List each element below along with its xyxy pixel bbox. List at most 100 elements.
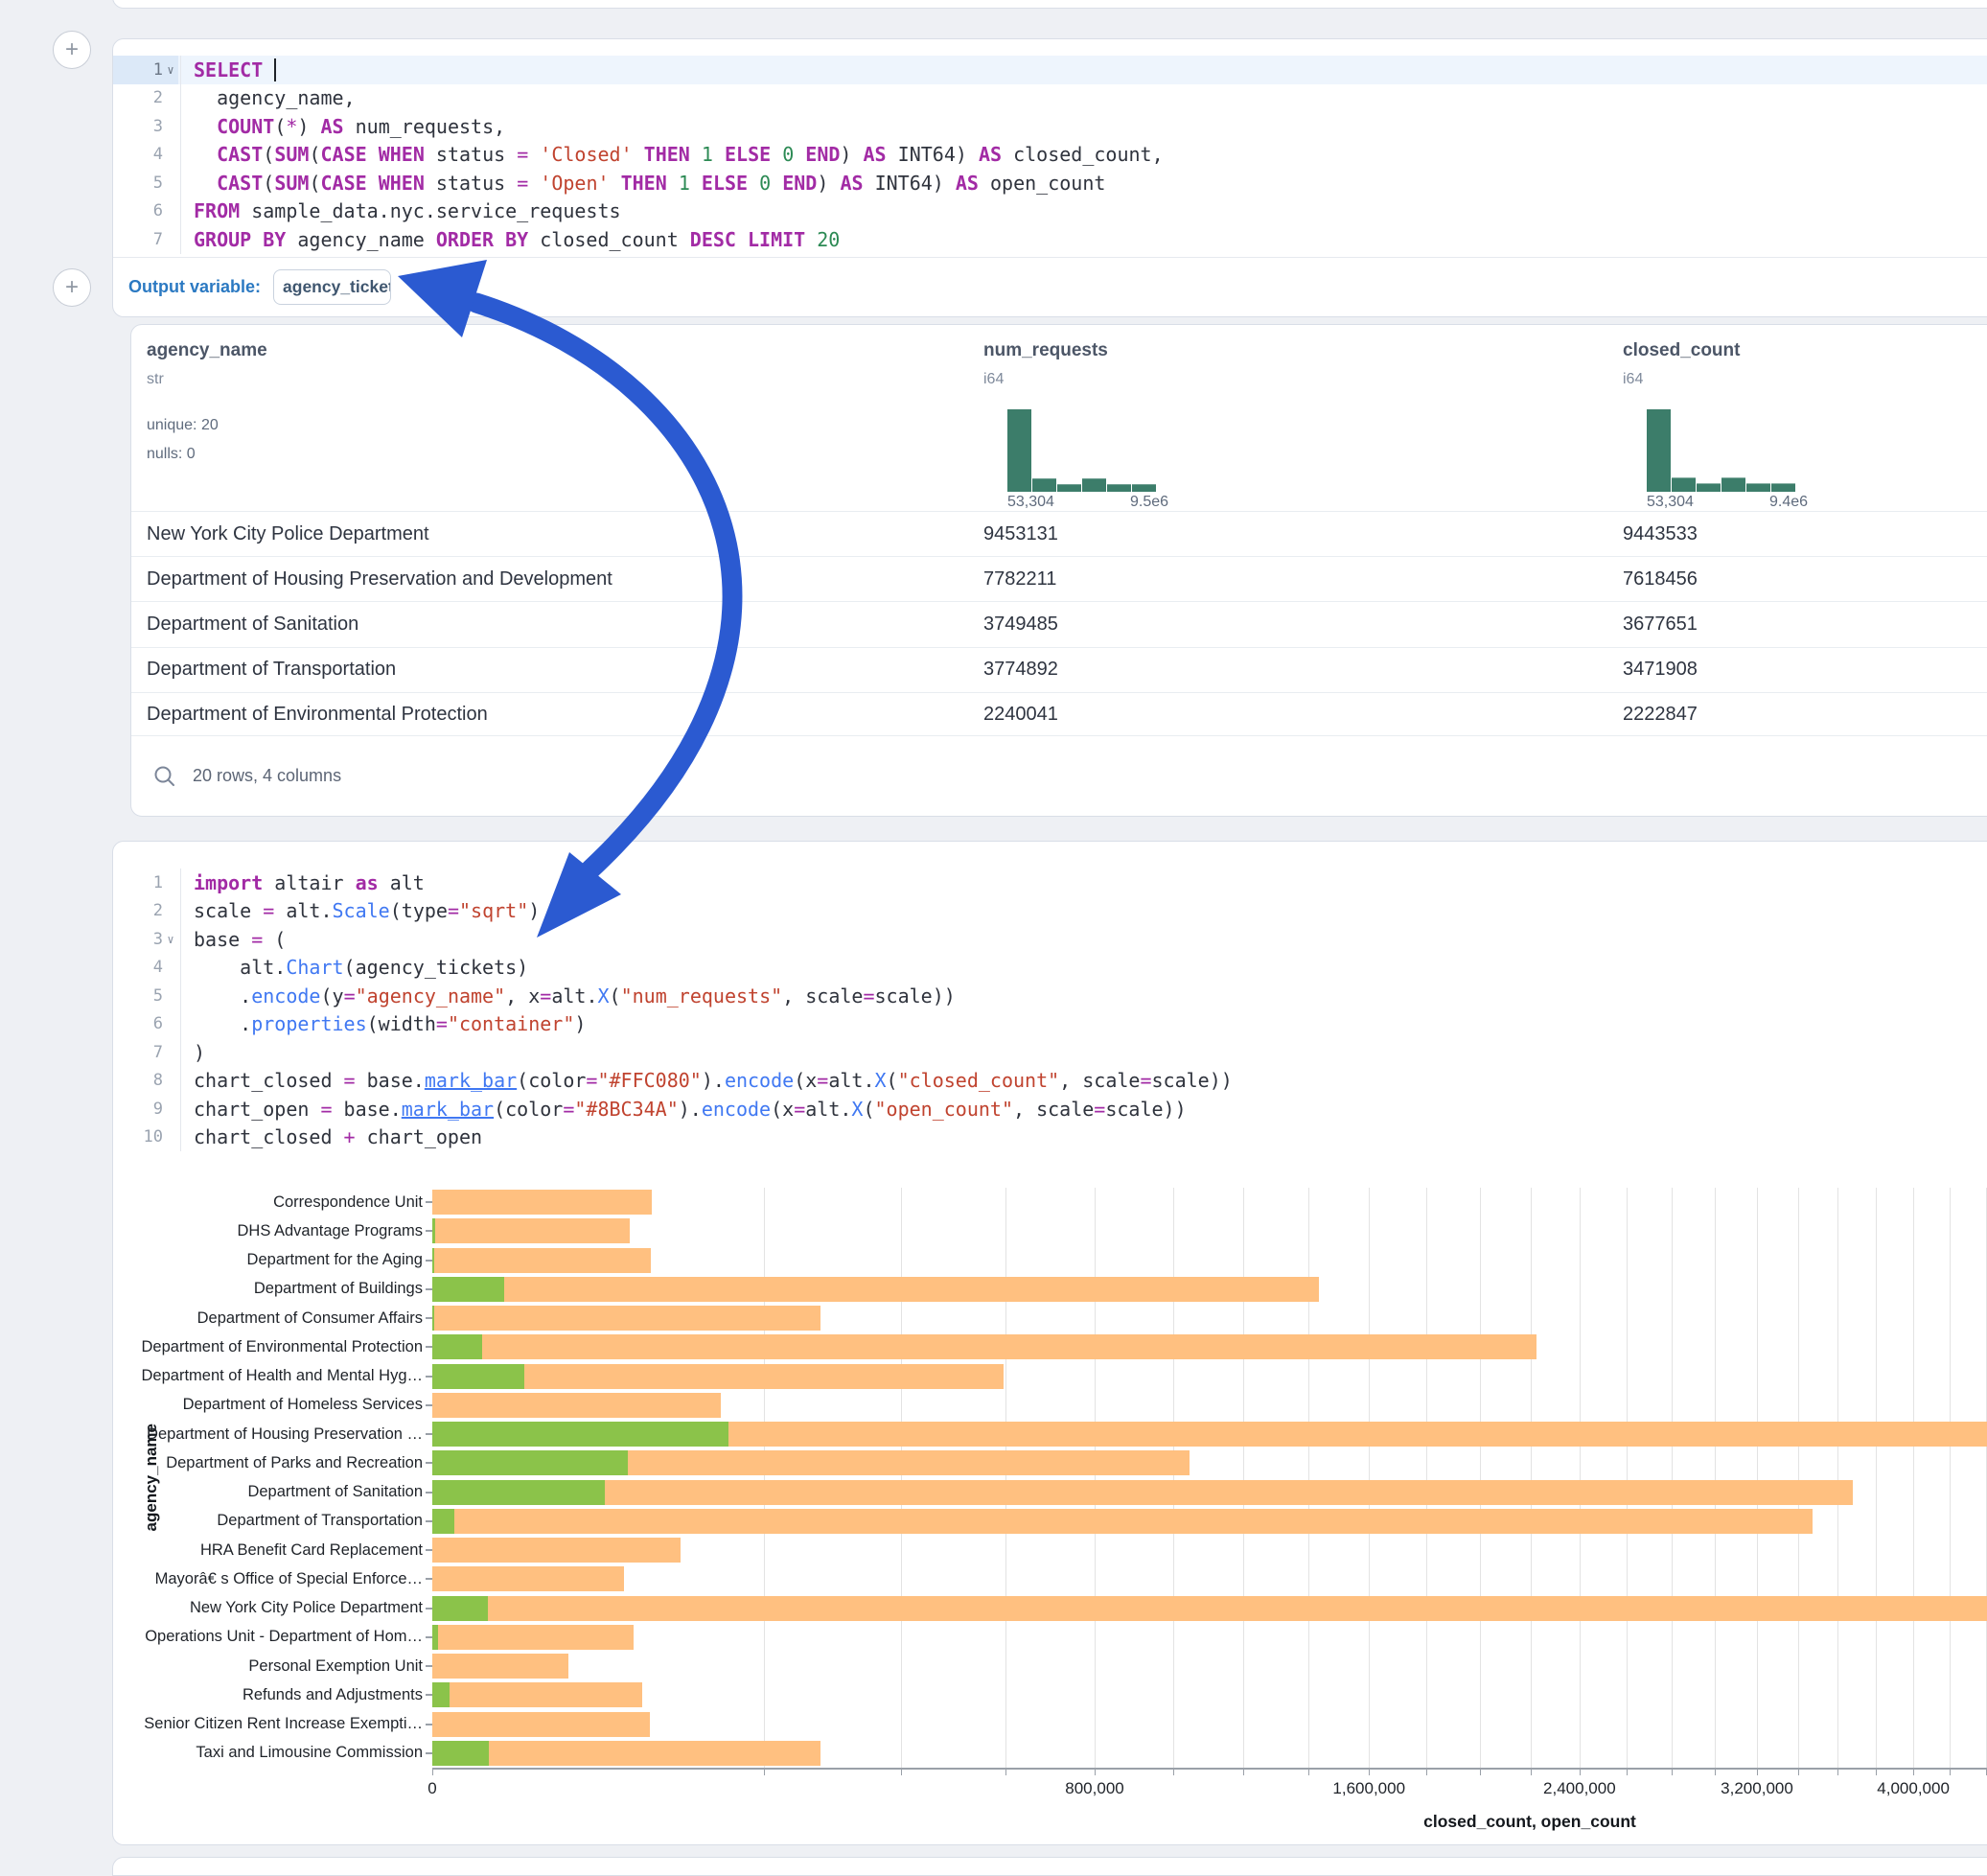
- code-token: (: [887, 1069, 898, 1092]
- chart-bar-closed[interactable]: [432, 1538, 681, 1563]
- chart-bar-open[interactable]: [432, 1509, 454, 1534]
- sql-code-editor[interactable]: 1∨SELECT 2 agency_name,3 COUNT(*) AS num…: [113, 39, 1987, 254]
- code-line[interactable]: 2 agency_name,: [113, 84, 1987, 113]
- code-line[interactable]: 6FROM sample_data.nyc.service_requests: [113, 197, 1987, 226]
- code-token: X: [598, 984, 610, 1007]
- table-row[interactable]: Department of Sanitation37494853677651: [131, 601, 1987, 646]
- table-cell: 3471908: [1623, 648, 1698, 692]
- chart-bar-open[interactable]: [432, 1480, 605, 1505]
- chart-bar-open[interactable]: [432, 1682, 450, 1707]
- chart-bar-open[interactable]: [432, 1218, 435, 1243]
- line-number: 9: [113, 1095, 163, 1123]
- table-footer: 20 rows, 4 columns: [131, 735, 1987, 816]
- x-tick-label: 0: [427, 1779, 436, 1798]
- code-token: 'Closed': [540, 143, 632, 166]
- chart-bar-closed[interactable]: [432, 1190, 652, 1215]
- y-tick-mark: [426, 1201, 432, 1203]
- chart-bar-open[interactable]: [432, 1422, 728, 1447]
- gridline: [1480, 1188, 1481, 1768]
- code-line[interactable]: 6 .properties(width="container"): [113, 1010, 1987, 1039]
- code-line[interactable]: 7GROUP BY agency_name ORDER BY closed_co…: [113, 225, 1987, 254]
- chart-bar-closed[interactable]: [432, 1393, 721, 1418]
- code-line[interactable]: 5 CAST(SUM(CASE WHEN status = 'Open' THE…: [113, 169, 1987, 197]
- chart-bar-open[interactable]: [432, 1596, 488, 1621]
- code-line-content: .encode(y="agency_name", x=alt.X("num_re…: [180, 982, 1987, 1010]
- y-tick-mark: [426, 1317, 432, 1319]
- code-line[interactable]: 7): [113, 1038, 1987, 1067]
- histogram-min-label: 53,304: [1007, 494, 1054, 510]
- line-number: 4: [113, 954, 163, 983]
- code-line[interactable]: 4 CAST(SUM(CASE WHEN status = 'Closed' T…: [113, 141, 1987, 170]
- y-tick-mark: [426, 1492, 432, 1494]
- code-token: =: [863, 984, 874, 1007]
- previous-cell-edge: [112, 0, 1987, 9]
- code-line[interactable]: 3 COUNT(*) AS num_requests,: [113, 112, 1987, 141]
- chart-bar-open[interactable]: [432, 1306, 434, 1331]
- code-line[interactable]: 2scale = alt.Scale(type="sqrt"): [113, 897, 1987, 926]
- x-tick-label: 1,600,000: [1332, 1779, 1405, 1798]
- python-code-editor[interactable]: 1import altair as alt2scale = alt.Scale(…: [113, 842, 1987, 1151]
- code-line[interactable]: 9chart_open = base.mark_bar(color="#8BC3…: [113, 1095, 1987, 1123]
- code-line[interactable]: 8chart_closed = base.mark_bar(color="#FF…: [113, 1067, 1987, 1096]
- code-token: AS: [956, 172, 979, 195]
- chart-bar-open[interactable]: [432, 1450, 628, 1475]
- output-variable-pill[interactable]: agency_tickets: [273, 269, 391, 305]
- code-token: , scale: [1013, 1098, 1094, 1121]
- gutter-spacer: [163, 869, 178, 897]
- code-token: status: [425, 172, 517, 195]
- chart-bar-closed[interactable]: [432, 1712, 650, 1737]
- add-cell-button-top[interactable]: +: [53, 31, 91, 69]
- chart-bar-closed[interactable]: [432, 1509, 1813, 1534]
- code-token: import: [194, 871, 263, 894]
- code-token: "open_count": [875, 1098, 1014, 1121]
- collapse-chevron-icon[interactable]: ∨: [163, 925, 178, 954]
- gutter-spacer: [163, 954, 178, 983]
- code-line[interactable]: 10chart_closed + chart_open: [113, 1123, 1987, 1152]
- chart-bar-closed[interactable]: [432, 1566, 624, 1591]
- code-line[interactable]: 1import altair as alt: [113, 869, 1987, 897]
- x-tick-label: 4,000,000: [1877, 1779, 1950, 1798]
- code-token: "num_requests": [621, 984, 783, 1007]
- y-tick-mark: [426, 1288, 432, 1290]
- code-token: [367, 172, 379, 195]
- chart-bar-closed[interactable]: [432, 1334, 1536, 1359]
- chart-bar-open[interactable]: [432, 1277, 504, 1302]
- table-row[interactable]: Department of Transportation377489234719…: [131, 647, 1987, 692]
- column-histogram: [1007, 409, 1161, 497]
- code-line[interactable]: 4 alt.Chart(agency_tickets): [113, 954, 1987, 983]
- chart-bar-closed[interactable]: [432, 1625, 634, 1650]
- table-row[interactable]: Department of Environmental Protection22…: [131, 692, 1987, 737]
- line-number: 2: [113, 897, 163, 926]
- chart-bar-open[interactable]: [432, 1741, 489, 1766]
- chart-bar-closed[interactable]: [432, 1306, 820, 1331]
- chart-bar-closed[interactable]: [432, 1596, 1987, 1621]
- chart-bar-closed[interactable]: [432, 1682, 642, 1707]
- code-token: ORDER BY: [436, 228, 528, 251]
- table-row[interactable]: Department of Housing Preservation and D…: [131, 556, 1987, 601]
- column-stat: unique: 20: [147, 417, 219, 434]
- chart-bar-open[interactable]: [432, 1625, 438, 1650]
- table-cell: 3774892: [983, 648, 1058, 692]
- add-cell-button-output[interactable]: +: [53, 268, 91, 307]
- chart-bar-closed[interactable]: [432, 1277, 1319, 1302]
- chart-bar-closed[interactable]: [432, 1480, 1853, 1505]
- search-icon[interactable]: [152, 764, 177, 789]
- chart-bar-open[interactable]: [432, 1248, 434, 1273]
- collapse-chevron-icon[interactable]: ∨: [163, 56, 178, 84]
- results-table-card: agency_namestrunique: 20nulls: 0num_requ…: [130, 324, 1987, 817]
- code-line[interactable]: 5 .encode(y="agency_name", x=alt.X("num_…: [113, 982, 1987, 1010]
- chart-bar-open[interactable]: [432, 1334, 482, 1359]
- table-row[interactable]: New York City Police Department945313194…: [131, 511, 1987, 556]
- code-line[interactable]: 3∨base = (: [113, 925, 1987, 954]
- gridline: [1243, 1188, 1244, 1768]
- code-token: agency_name: [286, 228, 436, 251]
- chart-bar-closed[interactable]: [432, 1248, 651, 1273]
- chart-bar-closed[interactable]: [432, 1654, 568, 1679]
- chart-bar-closed[interactable]: [432, 1218, 630, 1243]
- chart-bar-open[interactable]: [432, 1364, 524, 1389]
- y-tick-mark: [426, 1694, 432, 1696]
- code-line[interactable]: 1∨SELECT: [113, 56, 1987, 84]
- code-token: [367, 143, 379, 166]
- chart-bar-closed[interactable]: [432, 1741, 820, 1766]
- code-token: SELECT: [194, 58, 263, 81]
